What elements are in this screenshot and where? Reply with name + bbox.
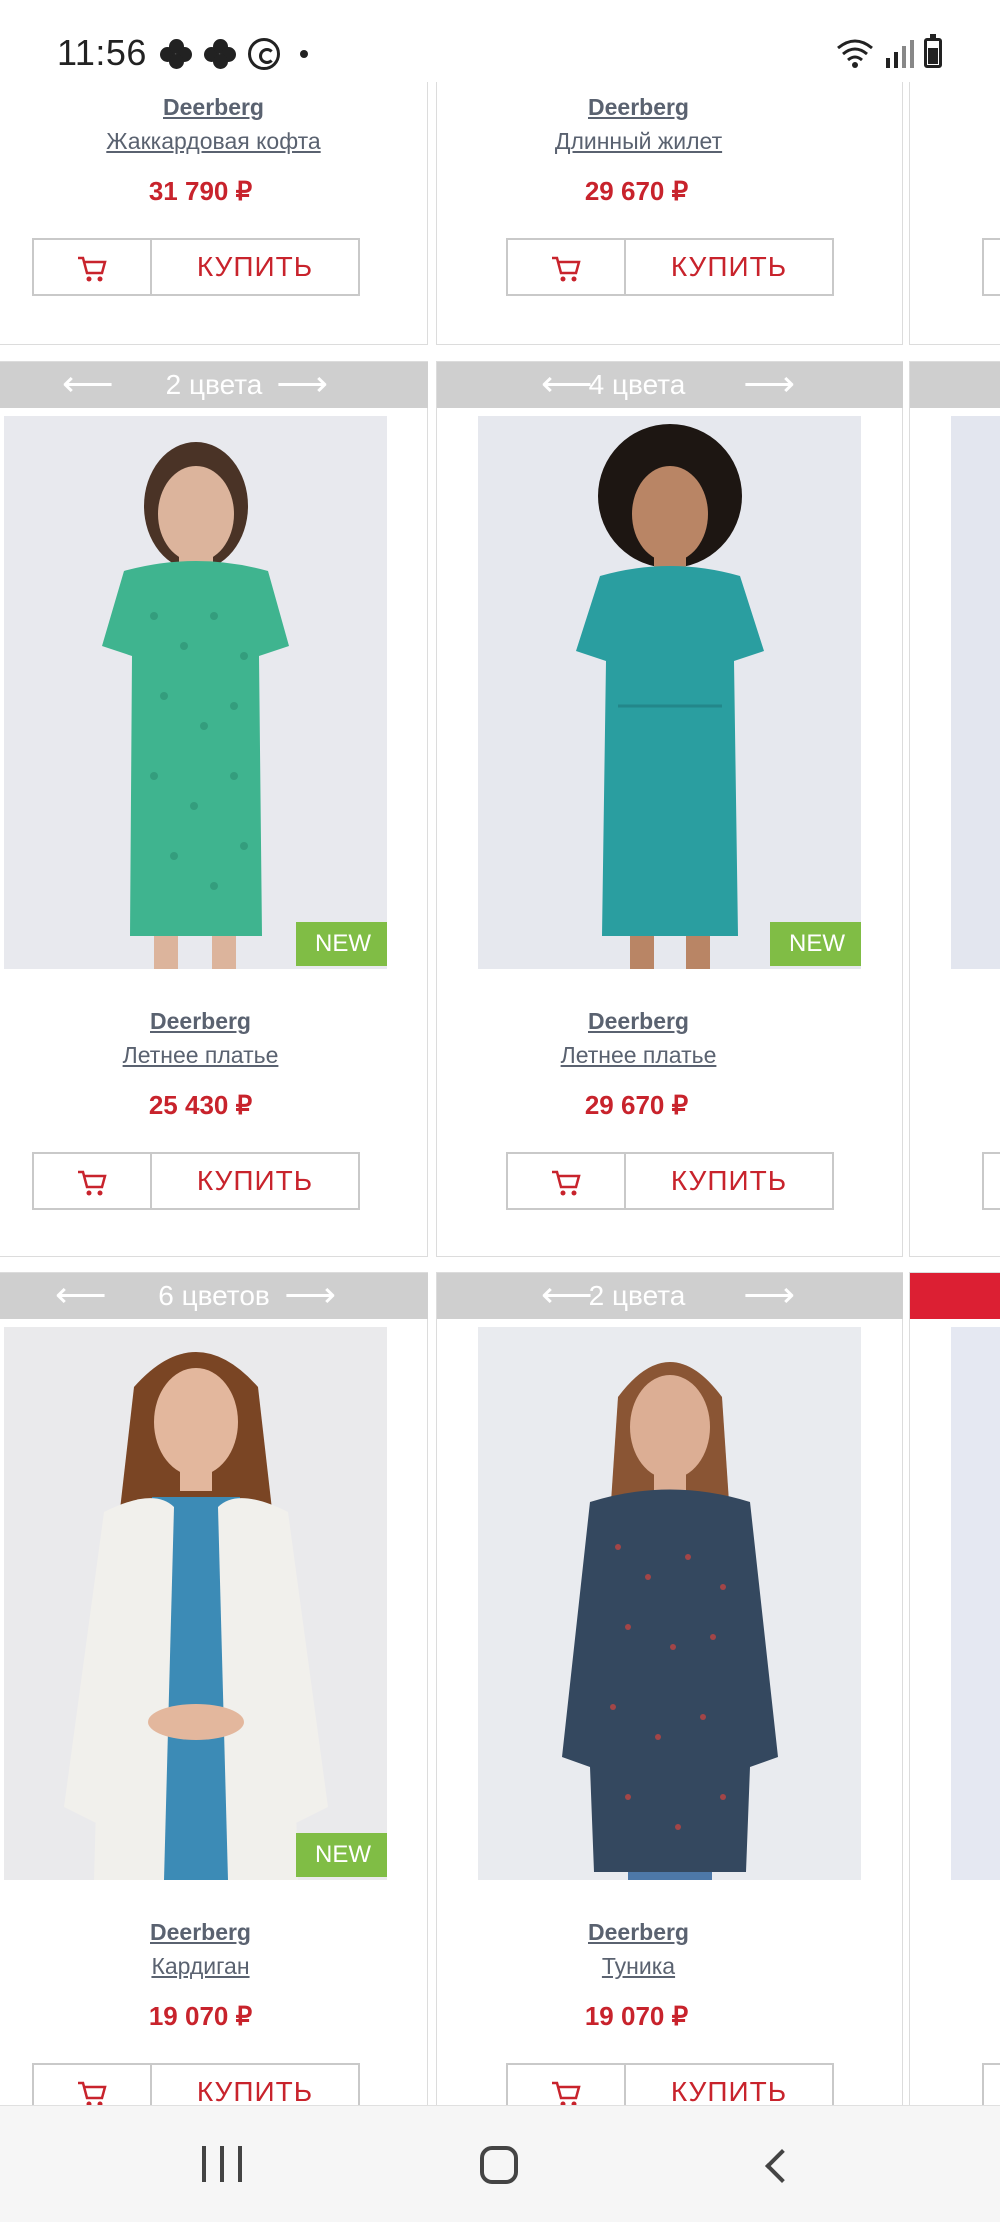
product-card[interactable]: ⟵ 4 цвета ⟶ NEW Deerberg Летнее платье 2… — [436, 361, 903, 1257]
buy-button-partial[interactable] — [982, 1152, 1000, 1210]
cart-icon[interactable] — [508, 1154, 626, 1208]
product-card-partial[interactable] — [909, 82, 1000, 345]
buy-label[interactable]: КУПИТЬ — [626, 1154, 832, 1208]
product-price: 29 670 ₽ — [584, 176, 689, 206]
buy-button[interactable]: КУПИТЬ — [32, 238, 360, 296]
status-bar: 11:56 — [0, 0, 1000, 82]
cart-icon[interactable] — [508, 240, 626, 294]
new-badge: NEW — [770, 922, 861, 966]
product-name[interactable]: Летнее платье — [406, 1042, 871, 1069]
cart-icon[interactable] — [34, 1154, 152, 1208]
buy-button-partial[interactable] — [982, 2063, 1000, 2105]
product-card[interactable]: ⟵ 6 цветов ⟶ NEW Deerberg Кардиган 19 07… — [0, 1272, 428, 2105]
buy-label[interactable]: КУПИТЬ — [152, 1154, 358, 1208]
wifi-icon — [836, 38, 874, 68]
whatsapp-icon — [248, 38, 280, 70]
product-brand[interactable]: Deerberg — [0, 94, 427, 121]
buy-label[interactable]: КУПИТЬ — [152, 240, 358, 294]
status-icons-left — [160, 38, 308, 70]
product-image-partial[interactable] — [951, 416, 1000, 969]
product-image[interactable]: NEW — [4, 1327, 387, 1880]
product-price: 19 070 ₽ — [148, 2001, 253, 2031]
arrow-right-icon[interactable]: ⟶ — [743, 366, 795, 402]
status-time: 11:56 — [57, 32, 147, 73]
buy-button-partial[interactable] — [982, 238, 1000, 296]
product-name[interactable]: Летнее платье — [0, 1042, 414, 1069]
new-badge: NEW — [296, 1833, 387, 1877]
arrow-left-icon[interactable]: ⟵ — [541, 366, 593, 402]
product-image[interactable]: NEW — [478, 416, 861, 969]
product-card[interactable]: Deerberg Длинный жилет 29 670 ₽ КУПИТЬ — [436, 82, 903, 345]
product-image[interactable] — [478, 1327, 861, 1880]
sale-bar-partial[interactable] — [910, 1273, 1000, 1319]
product-brand[interactable]: Deerberg — [406, 94, 871, 121]
buy-button[interactable]: КУПИТЬ — [32, 2063, 360, 2105]
dot-icon — [300, 50, 308, 58]
notification-cluster-icon — [160, 39, 194, 69]
battery-icon — [924, 34, 942, 68]
product-brand[interactable]: Deerberg — [0, 1919, 414, 1946]
back-icon[interactable] — [765, 2149, 799, 2183]
color-count: 2 цвета — [165, 369, 263, 400]
cart-icon[interactable] — [34, 240, 152, 294]
product-image-partial[interactable] — [951, 1327, 1000, 1880]
color-switcher[interactable]: ⟵ 2 цвета ⟶ — [437, 1273, 903, 1319]
product-card[interactable]: ⟵ 2 цвета ⟶ NEW Deerberg Летнее платье 2… — [0, 361, 428, 1257]
status-icons-right — [836, 34, 942, 68]
product-name[interactable]: Кардиган — [0, 1953, 414, 1980]
buy-button[interactable]: КУПИТЬ — [32, 1152, 360, 1210]
arrow-left-icon[interactable]: ⟵ — [62, 366, 114, 402]
cart-icon[interactable] — [34, 2065, 152, 2105]
product-price: 25 430 ₽ — [148, 1090, 253, 1120]
recents-icon[interactable] — [202, 2146, 242, 2182]
color-count: 6 цветов — [158, 1280, 270, 1311]
product-price: 29 670 ₽ — [584, 1090, 689, 1120]
home-icon[interactable] — [480, 2146, 518, 2184]
arrow-right-icon[interactable]: ⟶ — [743, 1277, 795, 1313]
product-brand[interactable]: Deerberg — [406, 1008, 871, 1035]
arrow-right-icon[interactable]: ⟶ — [276, 366, 328, 402]
buy-button[interactable]: КУПИТЬ — [506, 238, 834, 296]
product-card-partial[interactable] — [909, 361, 1000, 1257]
product-name[interactable]: Жаккардовая кофта — [0, 128, 427, 155]
product-brand[interactable]: Deerberg — [406, 1919, 871, 1946]
product-grid: Deerberg Жаккардовая кофта 31 790 ₽ КУПИ… — [0, 0, 1000, 2105]
product-name[interactable]: Туника — [406, 1953, 871, 1980]
product-name[interactable]: Длинный жилет — [406, 128, 871, 155]
product-card[interactable]: ⟵ 2 цвета ⟶ Deerberg Туника 19 070 ₽ КУП… — [436, 1272, 903, 2105]
product-price: 31 790 ₽ — [148, 176, 253, 206]
signal-icon — [884, 38, 914, 68]
color-switcher[interactable]: ⟵ 4 цвета ⟶ — [437, 362, 903, 408]
buy-label[interactable]: КУПИТЬ — [152, 2065, 358, 2105]
color-switcher[interactable]: ⟵ 6 цветов ⟶ — [0, 1273, 428, 1319]
product-price: 19 070 ₽ — [584, 2001, 689, 2031]
product-card[interactable]: Deerberg Жаккардовая кофта 31 790 ₽ КУПИ… — [0, 82, 428, 345]
product-card-partial[interactable] — [909, 1272, 1000, 2105]
buy-label[interactable]: КУПИТЬ — [626, 2065, 832, 2105]
new-badge: NEW — [296, 922, 387, 966]
notification-cluster-icon — [204, 39, 238, 69]
color-switcher-partial[interactable] — [910, 362, 1000, 408]
system-nav-bar — [0, 2105, 1000, 2222]
buy-label[interactable]: КУПИТЬ — [626, 240, 832, 294]
buy-button[interactable]: КУПИТЬ — [506, 1152, 834, 1210]
color-switcher[interactable]: ⟵ 2 цвета ⟶ — [0, 362, 428, 408]
arrow-left-icon[interactable]: ⟵ — [541, 1277, 593, 1313]
color-count: 2 цвета — [588, 1280, 686, 1311]
product-image[interactable]: NEW — [4, 416, 387, 969]
arrow-left-icon[interactable]: ⟵ — [55, 1277, 107, 1313]
arrow-right-icon[interactable]: ⟶ — [284, 1277, 336, 1313]
product-brand[interactable]: Deerberg — [0, 1008, 414, 1035]
buy-button[interactable]: КУПИТЬ — [506, 2063, 834, 2105]
color-count: 4 цвета — [588, 369, 686, 400]
cart-icon[interactable] — [508, 2065, 626, 2105]
